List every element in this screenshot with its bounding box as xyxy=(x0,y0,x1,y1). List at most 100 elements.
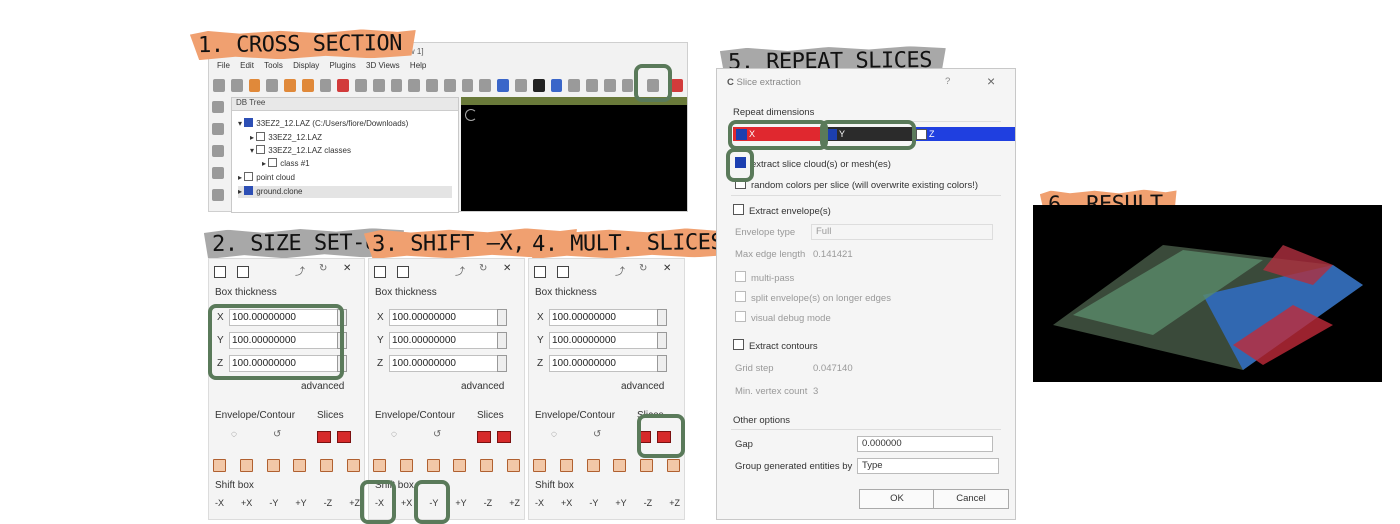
shift-plus-x-button[interactable]: +X xyxy=(241,498,252,508)
cube-top-icon[interactable] xyxy=(346,459,360,472)
visual-debug-checkbox[interactable]: visual debug mode xyxy=(735,311,831,324)
split-envelope-checkbox[interactable]: split envelope(s) on longer edges xyxy=(735,291,891,304)
x-thickness-field[interactable]: 100.00000000 xyxy=(389,309,499,326)
menu-tools[interactable]: Tools xyxy=(264,61,283,70)
cube-icon[interactable] xyxy=(212,101,224,113)
cube-top-icon[interactable] xyxy=(506,459,520,472)
z-spinner[interactable] xyxy=(657,355,667,372)
reset-icon[interactable]: ↻ xyxy=(479,263,487,274)
cube-back-icon[interactable] xyxy=(320,459,334,472)
shift-plus-y-button[interactable]: +Y xyxy=(615,498,626,508)
square-icon[interactable] xyxy=(374,266,386,278)
cube-top-icon[interactable] xyxy=(666,459,680,472)
tree-item-classes[interactable]: ▾ 33EZ2_12.LAZ classes xyxy=(250,145,351,157)
ok-button[interactable]: OK xyxy=(859,489,935,509)
z-thickness-field[interactable]: 100.00000000 xyxy=(389,355,499,372)
z-thickness-field[interactable]: 100.00000000 xyxy=(549,355,659,372)
tree-item-class[interactable]: ▸ class #1 xyxy=(262,158,310,170)
tree-item-cloud[interactable]: ▸ 33EZ2_12.LAZ xyxy=(250,132,322,144)
label-icon[interactable] xyxy=(479,78,492,92)
contour-icon[interactable]: ↺ xyxy=(593,429,601,440)
menu-display[interactable]: Display xyxy=(293,61,319,70)
cube-front-icon[interactable] xyxy=(293,459,307,472)
globe-icon[interactable] xyxy=(550,78,563,92)
pointer-icon[interactable] xyxy=(248,78,261,92)
reset-icon[interactable]: ↻ xyxy=(639,263,647,274)
close-icon[interactable]: ✕ xyxy=(343,263,351,274)
rotate-icon[interactable] xyxy=(533,459,546,472)
zoom-icon[interactable] xyxy=(212,145,224,157)
z-spinner[interactable] xyxy=(497,355,507,372)
close-icon[interactable]: ✕ xyxy=(663,263,671,274)
shift-minus-z-button[interactable]: -Z xyxy=(644,498,653,508)
contour-icon[interactable]: ↺ xyxy=(433,429,441,440)
shift-minus-x-button[interactable]: -X xyxy=(535,498,544,508)
multi-pass-checkbox[interactable]: multi-pass xyxy=(735,271,794,284)
square-icon[interactable] xyxy=(214,266,226,278)
shift-plus-z-button[interactable]: +Z xyxy=(349,498,360,508)
advanced-link[interactable]: advanced xyxy=(461,381,504,392)
rotate-icon[interactable] xyxy=(213,459,226,472)
translate-icon[interactable] xyxy=(390,78,403,92)
envelope-type-select[interactable]: Full xyxy=(811,224,993,240)
square-icon[interactable] xyxy=(534,266,546,278)
dim-z-toggle[interactable]: Z xyxy=(913,127,1015,141)
cross-section-icon[interactable] xyxy=(671,78,683,92)
grid-icon[interactable] xyxy=(397,266,409,278)
rotate-icon[interactable] xyxy=(373,459,386,472)
x-thickness-field[interactable]: 100.00000000 xyxy=(549,309,659,326)
shift-minus-y-button[interactable]: -Y xyxy=(589,498,598,508)
slice-single-icon[interactable] xyxy=(317,431,331,443)
snapshot-icon[interactable] xyxy=(212,123,224,135)
cube-front-icon[interactable] xyxy=(453,459,467,472)
max-edge-field[interactable]: 0.141421 xyxy=(813,249,853,260)
merge-icon[interactable] xyxy=(301,78,314,92)
shift-plus-z-button[interactable]: +Z xyxy=(669,498,680,508)
point-icon[interactable] xyxy=(621,78,634,92)
min-vertex-field[interactable]: 3 xyxy=(813,386,818,397)
layer-icon[interactable] xyxy=(515,78,527,92)
shift-minus-z-button[interactable]: -Z xyxy=(324,498,333,508)
segment-icon[interactable] xyxy=(372,78,385,92)
slice-multi-icon[interactable] xyxy=(337,431,351,443)
x-spinner[interactable] xyxy=(657,309,667,326)
shift-plus-y-button[interactable]: +Y xyxy=(455,498,466,508)
x-spinner[interactable] xyxy=(497,309,507,326)
tree-item-root[interactable]: ▾ 33EZ2_12.LAZ (C:/Users/fiore/Downloads… xyxy=(238,118,408,130)
cancel-button[interactable]: Cancel xyxy=(933,489,1009,509)
cube-front-icon[interactable] xyxy=(613,459,627,472)
calc-icon[interactable] xyxy=(266,78,279,92)
y-thickness-field[interactable]: 100.00000000 xyxy=(389,332,499,349)
sample-icon[interactable] xyxy=(408,78,421,92)
slice-multi-icon[interactable] xyxy=(497,431,511,443)
menu-plugins[interactable]: Plugins xyxy=(330,61,356,70)
export-icon[interactable]: ⤴ xyxy=(455,263,465,278)
cube-back-icon[interactable] xyxy=(480,459,494,472)
arrow-icon[interactable] xyxy=(319,78,332,92)
measure-icon[interactable] xyxy=(461,78,474,92)
cube-right-icon[interactable] xyxy=(266,459,280,472)
shift-plus-y-button[interactable]: +Y xyxy=(295,498,306,508)
checker-icon[interactable] xyxy=(532,78,545,92)
envelope-icon[interactable]: ◌ xyxy=(231,429,237,440)
delete-icon[interactable] xyxy=(337,78,350,92)
shift-plus-z-button[interactable]: +Z xyxy=(509,498,520,508)
shift-minus-x-button[interactable]: -X xyxy=(215,498,224,508)
cube-right-icon[interactable] xyxy=(586,459,600,472)
help-button[interactable]: ? xyxy=(945,76,950,87)
ruler-icon[interactable] xyxy=(603,78,616,92)
gap-field[interactable]: 0.000000 xyxy=(857,436,993,452)
cube-back-icon[interactable] xyxy=(640,459,654,472)
axis-icon[interactable] xyxy=(212,189,224,201)
cube-left-icon[interactable] xyxy=(399,459,413,472)
envelope-icon[interactable]: ◌ xyxy=(551,429,557,440)
cube-left-icon[interactable] xyxy=(559,459,573,472)
menu-help[interactable]: Help xyxy=(410,61,426,70)
cube-left-icon[interactable] xyxy=(239,459,253,472)
export-icon[interactable]: ⤴ xyxy=(615,263,625,278)
random-colors-checkbox[interactable]: random colors per slice (will overwrite … xyxy=(735,178,978,191)
filter-icon[interactable] xyxy=(355,78,367,92)
extract-envelope-checkbox[interactable]: Extract envelope(s) xyxy=(733,204,831,217)
shift-minus-y-button[interactable]: -Y xyxy=(269,498,278,508)
tree-item-point-cloud[interactable]: ▸ point cloud xyxy=(238,172,295,184)
